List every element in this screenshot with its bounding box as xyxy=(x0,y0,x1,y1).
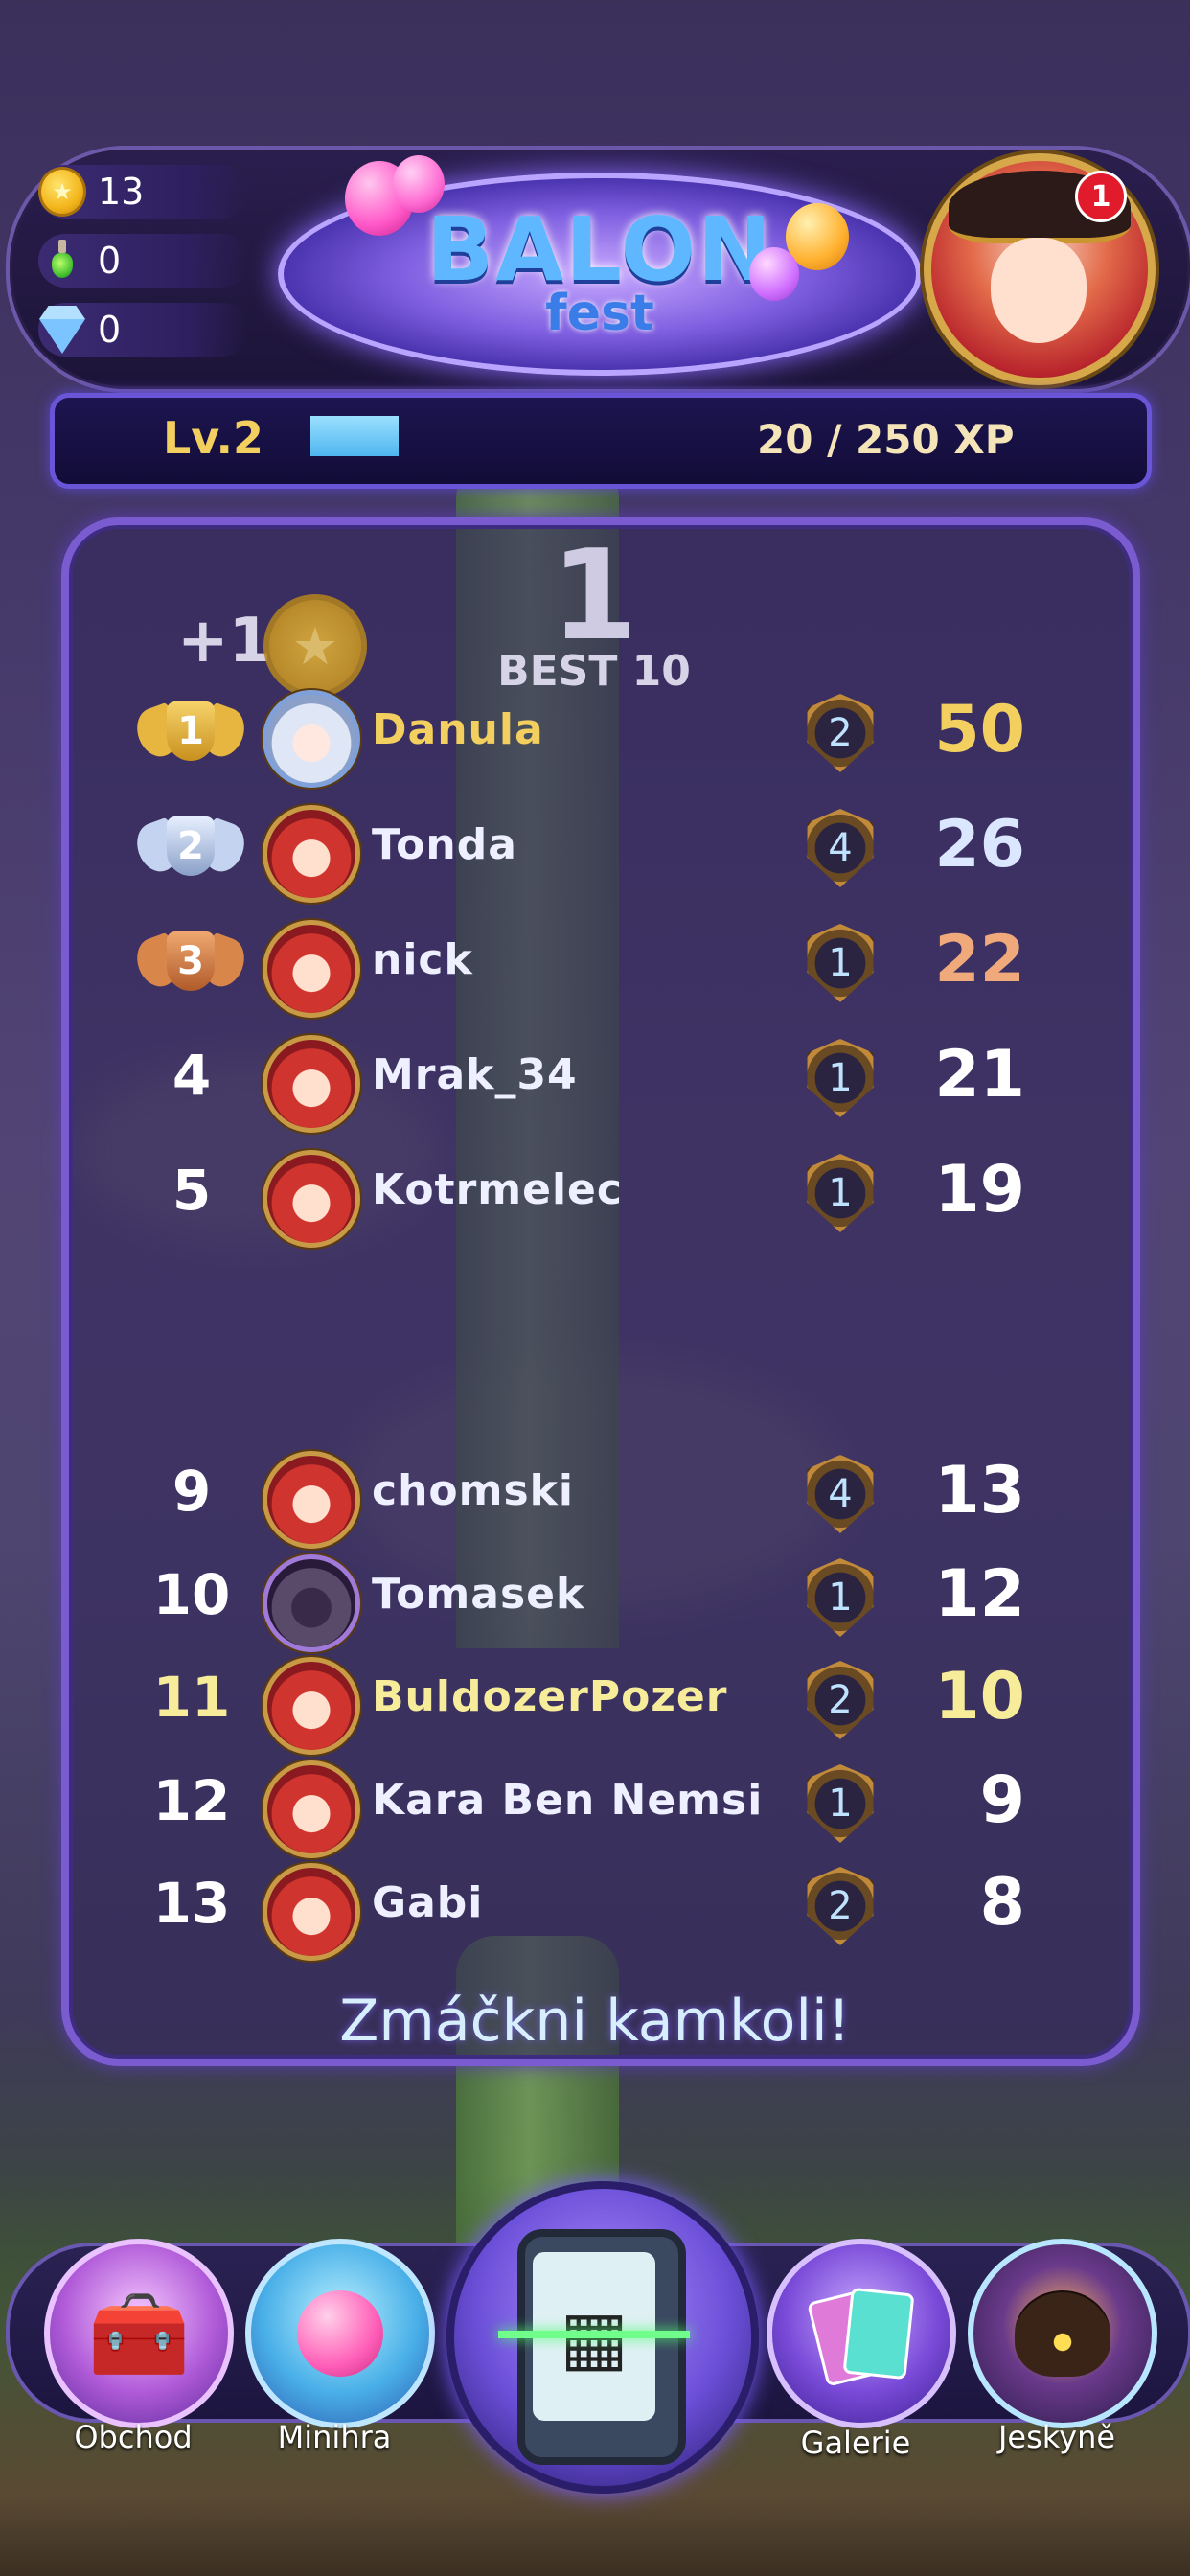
level-shield-icon: 4 xyxy=(807,1455,874,1533)
gallery-label: Galerie xyxy=(800,2425,911,2461)
level-shield-icon: 2 xyxy=(807,1867,874,1945)
star-coin-icon: ★ xyxy=(263,594,367,698)
leaderboard-row[interactable]: 1 Danula 2 50 xyxy=(130,688,1054,788)
cave-monster-icon xyxy=(1015,2290,1110,2377)
shop-button[interactable]: 🧰 xyxy=(44,2239,234,2428)
medal-rank: 1 xyxy=(167,702,215,761)
reward-amount: +1 xyxy=(177,606,272,677)
player-score: 26 xyxy=(934,807,1025,883)
leaderboard-row[interactable]: 4 Mrak_34 1 21 xyxy=(134,1033,1054,1133)
xp-progress-fill xyxy=(310,416,399,456)
pink-balloon-icon xyxy=(297,2290,383,2377)
gems-value: 0 xyxy=(98,309,122,351)
shop-label: Obchod xyxy=(74,2419,193,2455)
coin-icon: ★ xyxy=(38,167,86,217)
player-score: 13 xyxy=(934,1453,1025,1529)
gems-counter: 0 xyxy=(38,303,249,356)
rank-number: 5 xyxy=(172,1158,212,1223)
level-shield-icon: 1 xyxy=(807,1039,874,1117)
player-name: Gabi xyxy=(372,1878,484,1927)
level-shield-icon: 4 xyxy=(807,809,874,887)
leaderboard-row[interactable]: 13 Gabi 2 8 xyxy=(134,1861,1054,1961)
coins-value: 13 xyxy=(98,171,145,213)
leaderboard-row[interactable]: 2 Tonda 4 26 xyxy=(130,803,1054,903)
tap-anywhere-prompt[interactable]: Zmáčkni kamkoli! xyxy=(0,1988,1190,2055)
player-name: chomski xyxy=(372,1466,575,1515)
leaderboard-row[interactable]: 3 nick 1 22 xyxy=(130,918,1054,1018)
player-name: Tonda xyxy=(372,820,517,869)
cave-button[interactable] xyxy=(968,2239,1157,2428)
diamond-icon xyxy=(38,306,86,354)
logo-subtitle: fest xyxy=(545,285,654,342)
rank-number: 9 xyxy=(172,1459,212,1524)
leaderboard-row[interactable]: 11 BuldozerPozer 2 10 xyxy=(134,1655,1054,1755)
player-name: nick xyxy=(372,935,473,984)
potions-counter: 0 xyxy=(38,234,249,288)
player-name: Kotrmelec xyxy=(372,1165,623,1214)
player-score: 8 xyxy=(979,1865,1025,1941)
player-avatar xyxy=(263,1657,360,1755)
player-avatar xyxy=(263,690,360,788)
logo-title: BALON xyxy=(426,198,773,301)
rank-number: 11 xyxy=(152,1665,231,1730)
player-score: 19 xyxy=(934,1152,1025,1228)
treasure-chest-icon: 🧰 xyxy=(87,2286,191,2382)
cave-label: Jeskyně xyxy=(997,2419,1116,2455)
minigame-button[interactable] xyxy=(245,2239,435,2428)
notification-badge: 1 xyxy=(1075,171,1127,222)
player-score: 21 xyxy=(934,1037,1025,1113)
player-score: 22 xyxy=(934,922,1025,998)
potions-value: 0 xyxy=(98,240,122,282)
balloon-decoration xyxy=(749,247,799,301)
leaderboard-row[interactable]: 12 Kara Ben Nemsi 1 9 xyxy=(134,1759,1054,1858)
player-avatar xyxy=(263,805,360,903)
level-shield-icon: 1 xyxy=(807,1764,874,1843)
level-shield-icon: 2 xyxy=(807,694,874,772)
rank-number: 13 xyxy=(152,1871,231,1936)
player-avatar xyxy=(263,1150,360,1248)
gallery-button[interactable] xyxy=(767,2239,956,2428)
level-label: Lv.2 xyxy=(163,412,264,464)
leaderboard-row[interactable]: 5 Kotrmelec 1 19 xyxy=(134,1148,1054,1248)
coins-counter: ★ 13 xyxy=(38,165,249,218)
silver-medal-icon: 2 xyxy=(130,803,251,895)
bronze-medal-icon: 3 xyxy=(130,918,251,1010)
avatar-face xyxy=(991,238,1087,343)
cards-icon xyxy=(807,2281,915,2387)
scan-line xyxy=(498,2331,690,2338)
player-avatar xyxy=(263,1863,360,1961)
player-name: Danula xyxy=(372,705,544,754)
player-name: Kara Ben Nemsi xyxy=(372,1776,764,1825)
level-shield-icon: 1 xyxy=(807,924,874,1002)
leaderboard-row[interactable]: 9 chomski 4 13 xyxy=(134,1449,1054,1549)
medal-rank: 3 xyxy=(167,932,215,991)
rank-number: 12 xyxy=(152,1768,231,1833)
balloon-decoration xyxy=(393,155,445,213)
player-score: 10 xyxy=(934,1659,1025,1735)
player-avatar xyxy=(263,1760,360,1858)
player-score: 9 xyxy=(979,1762,1025,1838)
player-name: BuldozerPozer xyxy=(372,1672,728,1721)
rank-number: 10 xyxy=(152,1562,231,1627)
player-name: Mrak_34 xyxy=(372,1050,578,1099)
rank-number: 4 xyxy=(172,1043,212,1108)
player-score: 12 xyxy=(934,1556,1025,1632)
player-score: 50 xyxy=(934,692,1025,768)
level-shield-icon: 1 xyxy=(807,1558,874,1637)
level-shield-icon: 2 xyxy=(807,1661,874,1739)
medal-rank: 2 xyxy=(167,816,215,876)
leaderboard-row[interactable]: 10 Tomasek 1 12 xyxy=(134,1552,1054,1652)
player-avatar xyxy=(263,920,360,1018)
gold-medal-icon: 1 xyxy=(130,688,251,780)
xp-progress-text: 20 / 250 XP xyxy=(757,416,1015,463)
minigame-label: Minihra xyxy=(277,2419,392,2455)
player-avatar xyxy=(263,1451,360,1549)
player-name: Tomasek xyxy=(372,1570,585,1619)
player-avatar xyxy=(263,1035,360,1133)
potion-icon xyxy=(38,237,86,285)
player-avatar xyxy=(263,1554,360,1652)
level-shield-icon: 1 xyxy=(807,1154,874,1232)
